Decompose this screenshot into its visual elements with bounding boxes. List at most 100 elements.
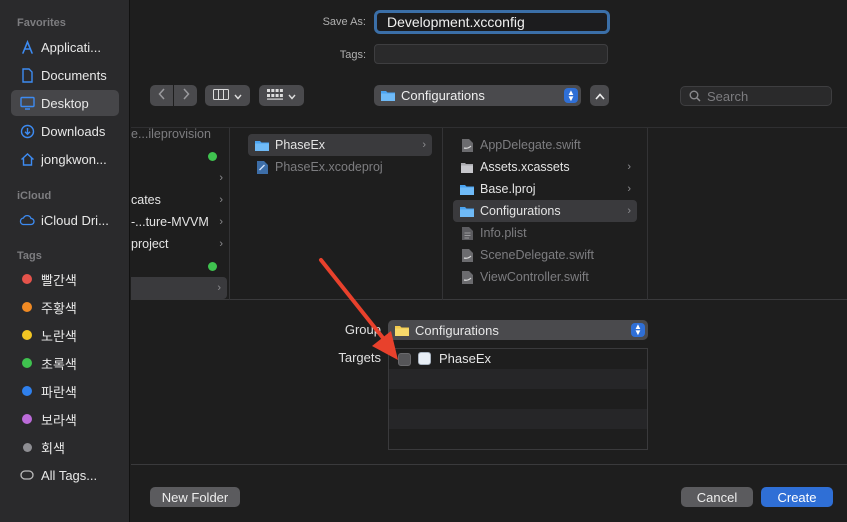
red-tag-dot-icon — [22, 274, 32, 284]
applications-icon — [19, 39, 35, 55]
updown-chevron-icon: ▲ ▼ — [564, 88, 578, 103]
list-item[interactable]: e...ileprovision — [131, 123, 229, 145]
list-item-phaseex[interactable]: PhaseEx › — [248, 134, 432, 156]
list-item-assets[interactable]: Assets.xcassets › — [453, 156, 637, 178]
list-item-label: Base.lproj — [480, 182, 536, 196]
tag-dot — [19, 383, 35, 399]
chevron-left-icon — [157, 88, 166, 103]
list-item[interactable]: › — [131, 167, 229, 189]
list-item-base-lproj[interactable]: Base.lproj › — [453, 178, 637, 200]
chevron-right-icon: › — [219, 194, 223, 206]
folder-icon — [380, 89, 396, 102]
group-by-button[interactable] — [259, 85, 304, 106]
sidebar-item-desktop[interactable]: Desktop — [11, 90, 119, 116]
group-popup[interactable]: Configurations ▲ ▼ — [388, 320, 648, 340]
list-item[interactable] — [131, 255, 229, 277]
chevron-right-icon: › — [217, 282, 221, 294]
plist-file-icon — [459, 225, 475, 241]
target-row[interactable]: PhaseEx — [389, 349, 647, 369]
list-item-viewcontroller[interactable]: ViewController.swift — [453, 266, 637, 288]
sidebar-item-label: 파란색 — [41, 384, 77, 400]
chevron-up-icon — [594, 88, 605, 103]
list-item[interactable]: cates › — [131, 189, 229, 211]
list-item-scenedelegate[interactable]: SceneDelegate.swift — [453, 244, 637, 266]
sidebar-item-icloud-drive[interactable]: iCloud Dri... — [11, 207, 119, 233]
swift-file-icon — [459, 269, 475, 285]
sidebar-item-label: 보라색 — [41, 412, 77, 428]
gray-tag-dot-icon — [22, 442, 32, 452]
sidebar-tag-purple[interactable]: 보라색 — [11, 406, 119, 432]
sidebar-tag-blue[interactable]: 파란색 — [11, 378, 119, 404]
sidebar-all-tags[interactable]: All Tags... — [11, 462, 119, 488]
green-tag-dot-icon — [208, 151, 217, 161]
location-popup[interactable]: Configurations ▲ ▼ — [374, 85, 581, 106]
sidebar-tag-red[interactable]: 빨간색 — [11, 266, 119, 292]
target-name: PhaseEx — [439, 351, 492, 366]
save-as-field[interactable]: Development.xcconfig — [374, 10, 610, 34]
save-as-label: Save As: — [322, 16, 366, 28]
app-target-icon — [418, 352, 431, 365]
bottom-bar: New Folder Cancel Create — [131, 464, 847, 522]
list-item-label: PhaseEx — [275, 138, 326, 152]
browser-column-1: e...ileprovision › cates › -...ture-MVVM ›… — [131, 127, 230, 300]
chevron-down-icon — [234, 88, 242, 103]
group-label: Group — [344, 322, 381, 337]
tags-header: Tags — [17, 250, 42, 262]
list-item[interactable] — [131, 145, 229, 167]
all-tags-icon — [19, 467, 35, 483]
tag-dot — [19, 299, 35, 315]
chevron-right-icon: › — [219, 172, 223, 184]
empty-row — [389, 409, 647, 429]
file-browser: e...ileprovision › cates › -...ture-MVVM ›… — [131, 127, 847, 300]
xcodeproj-icon — [254, 159, 270, 175]
list-item-selected[interactable]: › — [131, 277, 227, 299]
sidebar-item-label: Applicati... — [41, 39, 101, 55]
forward-button[interactable] — [174, 85, 197, 106]
new-folder-button[interactable]: New Folder — [150, 487, 240, 507]
save-panel: Save As: Development.xcconfig Tags: Conf… — [131, 0, 847, 522]
tag-dot — [19, 355, 35, 371]
view-mode-button[interactable] — [205, 85, 250, 106]
cancel-button[interactable]: Cancel — [681, 487, 753, 507]
chevron-right-icon: › — [627, 161, 631, 173]
list-item[interactable]: project › — [131, 233, 229, 255]
collapse-button[interactable] — [590, 85, 609, 106]
green-tag-dot-icon — [22, 358, 32, 368]
home-icon — [19, 151, 35, 167]
back-button[interactable] — [150, 85, 173, 106]
target-checkbox[interactable] — [398, 353, 411, 366]
tag-dot — [19, 439, 35, 455]
sidebar-item-downloads[interactable]: Downloads — [11, 118, 119, 144]
targets-label: Targets — [338, 350, 381, 365]
sidebar-tag-gray[interactable]: 회색 — [11, 434, 119, 460]
search-field[interactable]: Search — [680, 86, 832, 106]
folder-icon — [394, 324, 410, 337]
sidebar-item-label: 주황색 — [41, 300, 77, 316]
list-item-label: Info.plist — [480, 226, 527, 240]
chevron-right-icon: › — [627, 183, 631, 195]
sidebar-tag-yellow[interactable]: 노란색 — [11, 322, 119, 348]
create-button[interactable]: Create — [761, 487, 833, 507]
empty-row — [389, 389, 647, 409]
list-item-label: cates — [131, 193, 161, 207]
list-item-label: PhaseEx.xcodeproj — [275, 160, 383, 174]
list-item-label: -...ture-MVVM — [131, 215, 209, 229]
sidebar-tag-green[interactable]: 초록색 — [11, 350, 119, 376]
chevron-right-icon: › — [627, 205, 631, 217]
sidebar-item-documents[interactable]: Documents — [11, 62, 119, 88]
list-item-appdelegate[interactable]: AppDelegate.swift — [453, 134, 637, 156]
list-item-configurations[interactable]: Configurations › — [453, 200, 637, 222]
sidebar-item-home[interactable]: jongkwon... — [11, 146, 119, 172]
list-item-info-plist[interactable]: Info.plist — [453, 222, 637, 244]
swift-file-icon — [459, 247, 475, 263]
orange-tag-dot-icon — [22, 302, 32, 312]
sidebar-item-label: Documents — [41, 67, 107, 83]
cloud-icon — [19, 212, 35, 228]
sidebar-tag-orange[interactable]: 주황색 — [11, 294, 119, 320]
tags-field[interactable] — [374, 44, 608, 64]
chevron-down-icon — [288, 88, 296, 103]
list-item[interactable]: -...ture-MVVM › — [131, 211, 229, 233]
sidebar-item-label: Desktop — [41, 95, 89, 111]
list-item-xcodeproj[interactable]: PhaseEx.xcodeproj — [248, 156, 432, 178]
sidebar-item-applications[interactable]: Applicati... — [11, 34, 119, 60]
